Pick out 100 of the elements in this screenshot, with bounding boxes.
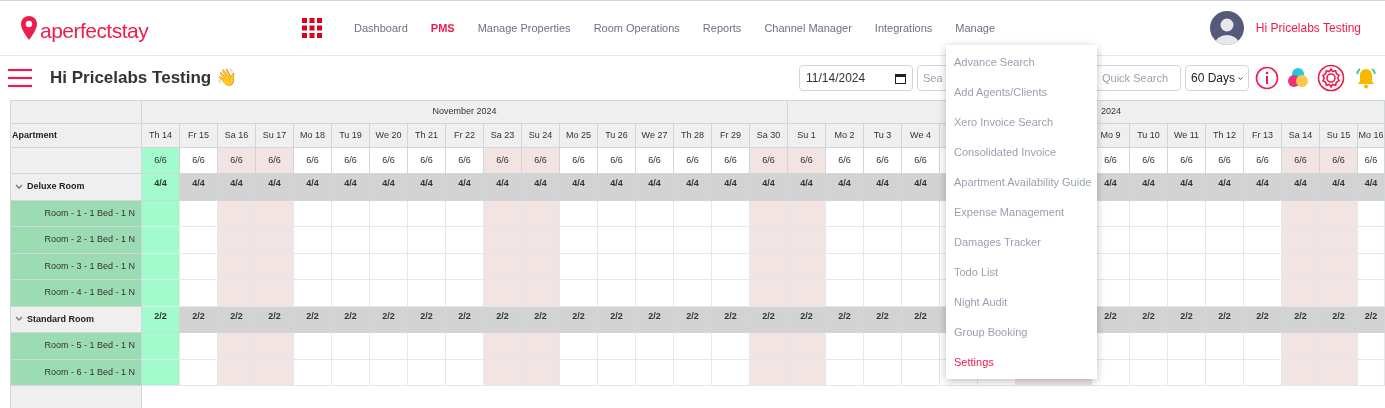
count-cell: 2/2	[218, 306, 256, 333]
day-header: We 27	[636, 124, 674, 148]
count-cell: 2/2	[750, 306, 788, 333]
count-cell: 4/4	[522, 174, 560, 201]
gear-icon[interactable]	[1317, 64, 1345, 92]
availability-cell: 6/6	[1244, 148, 1282, 174]
availability-cell: 6/6	[484, 148, 522, 174]
day-header: Su 24	[522, 124, 560, 148]
count-cell: 2/2	[370, 306, 408, 333]
count-cell: 2/2	[712, 306, 750, 333]
menu-item[interactable]: Damages Tracker	[946, 227, 1097, 257]
availability-cell: 6/6	[408, 148, 446, 174]
count-cell: 2/2	[636, 306, 674, 333]
availability-cell: 6/6	[142, 148, 180, 174]
availability-cell: 6/6	[598, 148, 636, 174]
day-header: Su 15	[1320, 124, 1358, 148]
count-cell: 2/2	[1206, 306, 1244, 333]
day-header: Mo 18	[294, 124, 332, 148]
availability-cell: 6/6	[1206, 148, 1244, 174]
month-label: November 2024	[432, 105, 497, 119]
availability-cell: 6/6	[1320, 148, 1358, 174]
day-header: Th 12	[1206, 124, 1244, 148]
day-header: Th 14	[142, 124, 180, 148]
count-cell: 2/2	[902, 306, 940, 333]
availability-cell: 6/6	[332, 148, 370, 174]
count-cell: 2/2	[826, 306, 864, 333]
day-header: We 4	[902, 124, 940, 148]
count-cell: 2/2	[484, 306, 522, 333]
count-cell: 4/4	[560, 174, 598, 201]
user-greeting[interactable]: Hi Pricelabs Testing	[1255, 19, 1361, 37]
avatar-icon[interactable]	[1209, 11, 1244, 45]
nav-link[interactable]: Dashboard	[354, 19, 408, 37]
count-cell: 2/2	[788, 306, 826, 333]
day-header: Tu 10	[1130, 124, 1168, 148]
nav-link[interactable]: PMS	[430, 19, 455, 37]
day-header: Sa 16	[218, 124, 256, 148]
count-cell: 4/4	[332, 174, 370, 201]
nav-link[interactable]: Reports	[702, 19, 742, 37]
count-cell: 4/4	[1358, 174, 1385, 201]
day-header: Mo 25	[560, 124, 598, 148]
month-label: 2024	[1101, 105, 1122, 119]
info-icon[interactable]	[1255, 66, 1279, 90]
day-header: Tu 19	[332, 124, 370, 148]
chevron-icon[interactable]	[15, 183, 23, 190]
menu-item[interactable]: Settings	[946, 347, 1097, 377]
count-cell: 2/2	[332, 306, 370, 333]
count-cell: 4/4	[750, 174, 788, 201]
room-label: Room - 4 - 1 Bed - 1 N	[11, 280, 142, 307]
menu-icon[interactable]	[8, 68, 32, 88]
room-type-label: Deluxe Room	[27, 180, 85, 193]
count-cell: 2/2	[1130, 306, 1168, 333]
room-type-label: Standard Room	[27, 312, 94, 326]
availability-cell: 6/6	[750, 148, 788, 174]
count-cell: 4/4	[294, 174, 332, 201]
room-label: Room - 5 - 1 Bed - 1 N	[11, 333, 142, 360]
chevron-down-icon	[1238, 75, 1243, 81]
count-cell: 2/2	[560, 306, 598, 333]
count-cell: 4/4	[1320, 174, 1358, 201]
count-cell: 2/2	[864, 306, 902, 333]
page-title: Hi Pricelabs Testing 👋	[50, 67, 237, 90]
logo-text: aperfectstay	[40, 20, 149, 41]
count-cell: 2/2	[1282, 306, 1320, 333]
day-header: We 11	[1168, 124, 1206, 148]
count-cell: 4/4	[1168, 174, 1206, 201]
day-header: Tu 3	[864, 124, 902, 148]
count-cell: 4/4	[864, 174, 902, 201]
menu-item[interactable]: Todo List	[946, 257, 1097, 287]
availability-cell: 6/6	[1358, 148, 1385, 174]
date-field[interactable]: 11/14/2024	[799, 65, 913, 91]
day-header: Mo 16	[1358, 124, 1385, 148]
count-cell: 4/4	[598, 174, 636, 201]
availability-cell: 6/6	[1168, 148, 1206, 174]
day-header: We 20	[370, 124, 408, 148]
day-header: Tu 26	[598, 124, 636, 148]
nav-link[interactable]: Channel Manager	[764, 19, 852, 37]
availability-cell: 6/6	[294, 148, 332, 174]
day-header: Fr 22	[446, 124, 484, 148]
color-circles-icon[interactable]	[1286, 66, 1310, 90]
availability-cell: 6/6	[370, 148, 408, 174]
availability-cell: 6/6	[1282, 148, 1320, 174]
availability-cell: 6/6	[788, 148, 826, 174]
count-cell: 2/2	[1358, 306, 1385, 333]
day-header: Th 21	[408, 124, 446, 148]
chevron-icon[interactable]	[15, 316, 23, 323]
map-pin-icon	[20, 15, 38, 41]
nav-link[interactable]: Manage	[955, 19, 996, 37]
count-cell: 2/2	[142, 306, 180, 333]
count-cell: 4/4	[142, 174, 180, 201]
count-cell: 4/4	[446, 174, 484, 201]
count-cell: 4/4	[712, 174, 750, 201]
nav-link[interactable]: Room Operations	[593, 19, 680, 37]
count-cell: 4/4	[256, 174, 294, 201]
count-cell: 4/4	[788, 174, 826, 201]
day-header: Su 17	[256, 124, 294, 148]
count-cell: 2/2	[446, 306, 484, 333]
apps-grid-icon[interactable]	[302, 18, 322, 38]
nav-link[interactable]: Integrations	[874, 19, 933, 37]
count-cell: 2/2	[522, 306, 560, 333]
range-select[interactable]: 60 Days	[1185, 65, 1249, 91]
nav-link[interactable]: Manage Properties	[477, 19, 571, 37]
